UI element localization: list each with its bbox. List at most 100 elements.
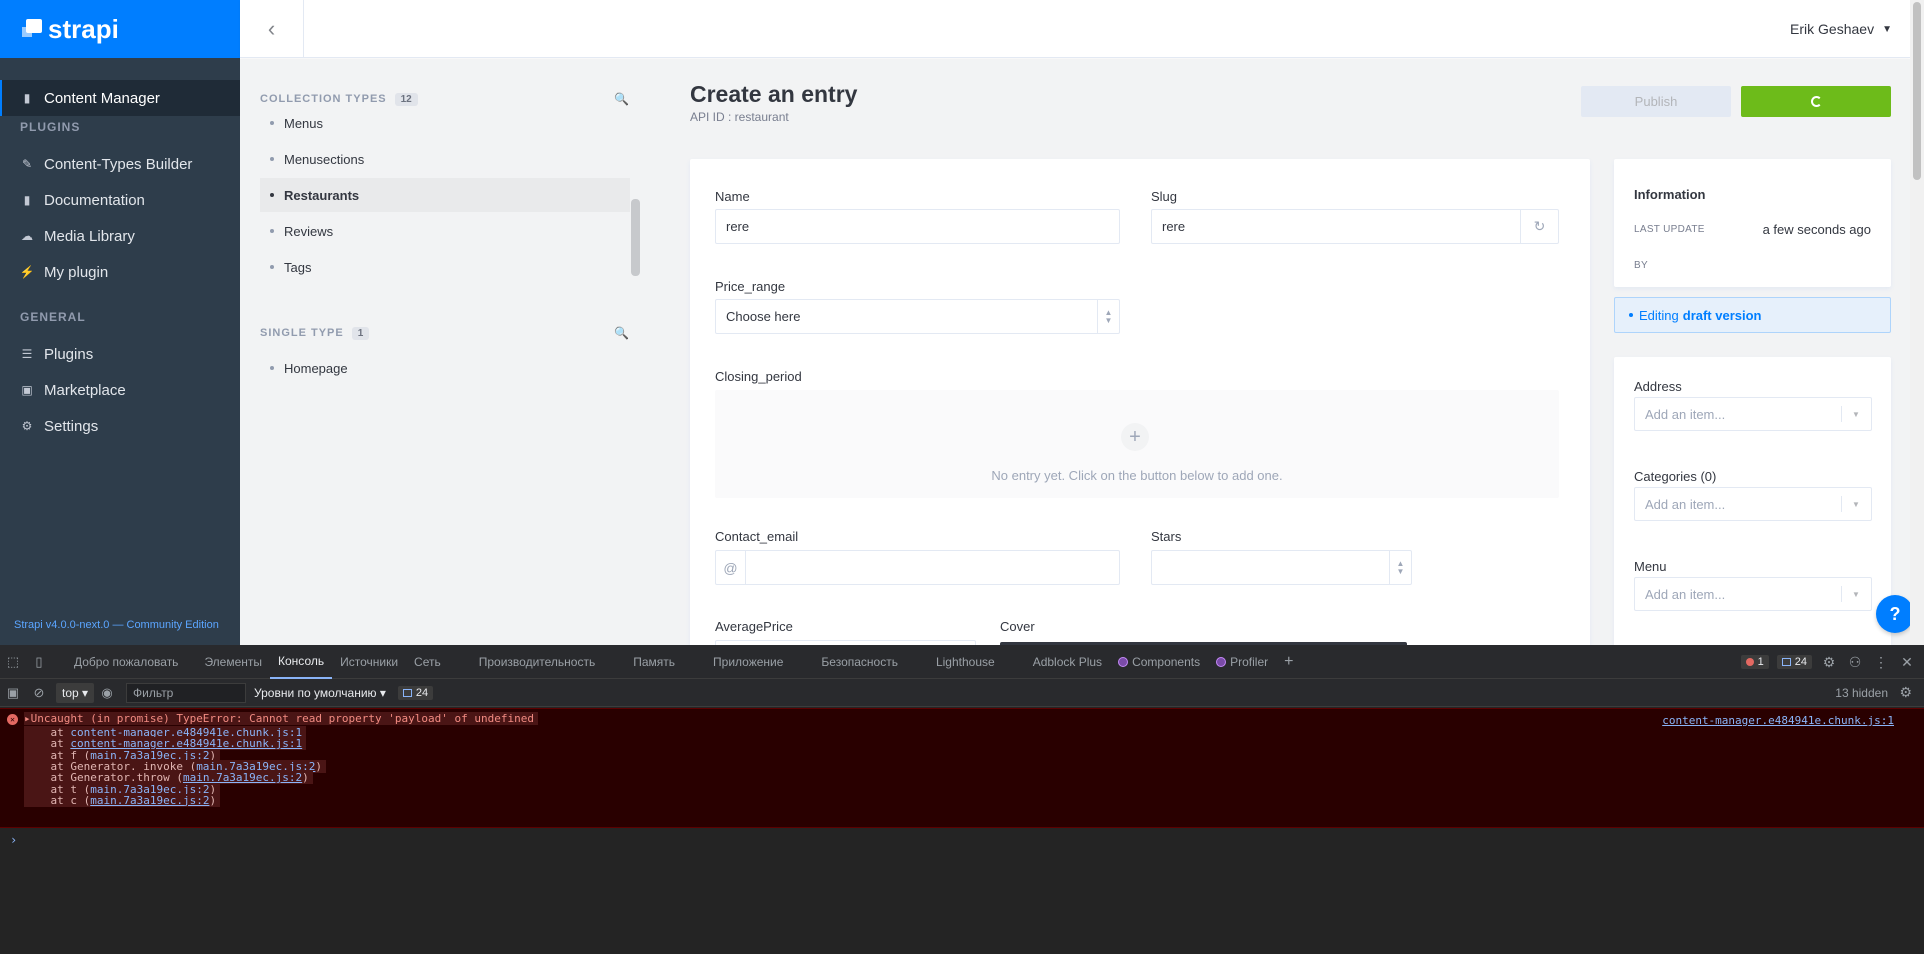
more-tabs-plus-icon[interactable]: + [1276,645,1301,679]
nav-item-reviews[interactable]: Reviews [260,214,630,248]
stars-select[interactable]: ▲ ▼ [1151,550,1412,585]
general-section-title: GENERAL [20,310,86,324]
tab-profiler[interactable]: Profiler [1208,645,1276,679]
tab-elements[interactable]: Элементы [196,645,270,679]
nav-item-tags[interactable]: Tags [260,250,630,284]
tab-network[interactable]: Сеть [406,645,449,679]
eye-icon[interactable]: ◉ [94,676,120,710]
sidebar-item-settings[interactable]: ⚙ Settings [0,408,240,444]
strapi-logo-icon [22,19,42,39]
add-component-button[interactable]: + [1121,423,1149,451]
close-icon[interactable]: ✕ [1898,654,1916,671]
sidebar-item-marketplace[interactable]: ▣ Marketplace [0,372,240,408]
header: ‹ Erik Geshaev ▼ [240,0,1910,58]
tab-components[interactable]: Components [1110,645,1208,679]
frame-prefix: at c ( [24,793,91,807]
sidebar-toggle-icon[interactable]: ▣ [0,676,26,710]
user-menu[interactable]: Erik Geshaev ▼ [1790,0,1892,58]
context-select[interactable]: top ▾ [56,682,95,703]
nav-item-homepage[interactable]: Homepage [260,351,630,385]
price-range-select[interactable]: Choose here ▲ ▼ [715,299,1120,334]
frame-source-link[interactable]: main.7a3a19ec.js:2 [90,794,209,807]
collection-types-count: 12 [394,92,418,106]
plugins-section-title: PLUGINS [20,120,81,134]
error-count: 1 [1757,656,1764,668]
error-source-link[interactable]: content-manager.e484941e.chunk.js:1 [1662,714,1894,727]
tab-memory[interactable]: Память [625,645,683,679]
console-prompt[interactable]: › [10,833,17,847]
gear-icon: ⚙ [21,419,33,433]
sidebar-item-content-manager[interactable]: ▮ Content Manager [0,80,240,116]
sidebar-item-label: Content Manager [44,89,160,107]
log-levels-dropdown[interactable]: Уровни по умолчанию ▾ [254,686,386,700]
name-input[interactable]: rere [715,209,1120,244]
average-price-label: AveragePrice [715,619,793,634]
slug-input[interactable]: rere ↻ [1151,209,1559,244]
tab-adblock-plus[interactable]: Adblock Plus [1025,645,1110,679]
error-count-badge[interactable]: 1 [1740,655,1769,669]
closing-period-empty: + No entry yet. Click on the button belo… [715,390,1559,498]
single-types-count: 1 [351,326,370,340]
nav-item-restaurants[interactable]: Restaurants [260,178,630,212]
save-button[interactable] [1741,86,1891,117]
nav-item-menusections[interactable]: Menusections [260,142,630,176]
sidebar: strapi ▮ Content Manager PLUGINS ✎ Conte… [0,0,240,645]
last-update-value: a few seconds ago [1762,222,1871,237]
content-types-nav: COLLECTION TYPES 12 🔍 Menus Menusections… [240,59,660,645]
tab-sources[interactable]: Источники [332,645,406,679]
message-count: 24 [415,686,429,699]
tab-console[interactable]: Консоль [270,645,333,679]
menu-select[interactable]: Add an item... ▼ [1634,577,1872,611]
devtools-right-controls: 1 24 ⚙ ⚇ ⋮ ✕ [1740,645,1916,679]
nav-scrollbar[interactable] [631,199,640,276]
sidebar-item-media-library[interactable]: ☁ Media Library [0,218,240,254]
sidebar-item-content-types-builder[interactable]: ✎ Content-Types Builder [0,146,240,182]
sidebar-item-my-plugin[interactable]: ⚡ My plugin [0,254,240,290]
message-count-badge[interactable]: 24 [397,685,434,700]
hidden-count: 13 hidden [1835,685,1888,700]
categories-select[interactable]: Add an item... ▼ [1634,487,1872,521]
customize-icon[interactable]: ⚇ [1846,654,1864,671]
nav-item-menus[interactable]: Menus [260,106,630,140]
device-toolbar-icon[interactable]: ▯ [26,645,52,679]
contact-email-input[interactable]: @ [715,550,1120,585]
console-settings-gear-icon[interactable]: ⚙ [1899,684,1912,701]
back-button[interactable]: ‹ [240,0,304,58]
chevron-down-icon: ▼ [1841,398,1871,430]
tab-welcome[interactable]: Добро пожаловать [66,645,186,679]
refresh-icon[interactable]: ↻ [1520,210,1558,243]
at-sign-icon: @ [716,551,746,584]
react-icon [1118,656,1129,667]
sidebar-item-plugins[interactable]: ☰ Plugins [0,336,240,372]
devtools-tabbar: ⬚ ▯ Добро пожаловать Элементы Консоль Ис… [0,645,1924,679]
help-button[interactable]: ? [1876,595,1914,633]
tab-performance[interactable]: Производительность [471,645,603,679]
message-count-badge[interactable]: 24 [1776,655,1812,669]
relations-card: Address Add an item... ▼ Categories (0) … [1614,357,1891,645]
more-options-icon[interactable]: ⋮ [1872,654,1890,671]
publish-button[interactable]: Publish [1581,86,1731,117]
search-icon[interactable]: 🔍 [614,92,630,106]
tab-lighthouse[interactable]: Lighthouse [928,645,1003,679]
price-range-label: Price_range [715,279,786,294]
tab-security[interactable]: Безопасность [813,645,906,679]
page-scrollbar-thumb[interactable] [1913,2,1921,180]
name-label: Name [715,189,750,204]
sidebar-item-label: Marketplace [44,381,126,399]
inspect-element-icon[interactable]: ⬚ [0,645,26,679]
message-count: 24 [1794,656,1807,668]
address-select[interactable]: Add an item... ▼ [1634,397,1872,431]
settings-gear-icon[interactable]: ⚙ [1820,654,1838,671]
tab-application[interactable]: Приложение [705,645,791,679]
cloud-icon: ☁ [21,229,33,243]
brush-icon: ✎ [21,157,33,171]
search-icon[interactable]: 🔍 [614,326,630,340]
clear-console-icon[interactable]: ⊘ [26,676,52,710]
sidebar-item-documentation[interactable]: ▮ Documentation [0,182,240,218]
nav-item-label: Reviews [284,223,334,239]
error-headline[interactable]: ▸Uncaught (in promise) TypeError: Cannot… [24,712,538,726]
console-filter-input[interactable]: Фильтр [126,682,247,703]
page-scrollbar[interactable] [1910,0,1924,645]
strapi-logo[interactable]: strapi [0,0,240,58]
version-footer[interactable]: Strapi v4.0.0-next.0 — Community Edition [0,615,240,645]
